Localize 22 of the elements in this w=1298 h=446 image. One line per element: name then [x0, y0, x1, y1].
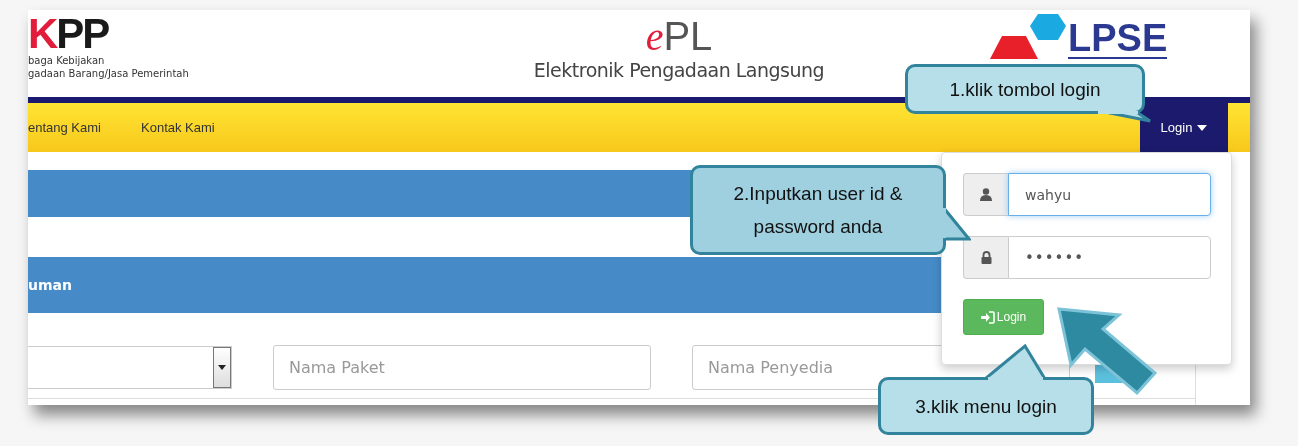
caret-icon [1197, 124, 1208, 131]
hexagon-logo-icon [990, 14, 1066, 59]
login-menu[interactable]: Login [1140, 103, 1228, 152]
caret-icon [218, 365, 226, 370]
nav-link[interactable]: entang Kami [28, 120, 101, 135]
site-title: Elektronik Pengadaan Langsung [533, 59, 825, 81]
arrow-icon [1057, 307, 1157, 397]
logo-caption: gadaan Barang/Jasa Pemerintah [28, 67, 190, 80]
dropdown-field[interactable] [28, 346, 232, 389]
user-icon [980, 188, 992, 201]
epl-logo: ePL [645, 14, 713, 59]
lkpp-logo: KPP [28, 14, 110, 54]
username-field[interactable]: wahyu [1008, 173, 1211, 216]
lock-icon [980, 251, 992, 264]
section-title: uman [28, 277, 72, 293]
logo-caption: baga Kebijakan [28, 54, 106, 67]
password-field[interactable]: •••••• [1008, 236, 1211, 279]
sign-in-icon [980, 310, 995, 324]
nav-link[interactable]: Kontak Kami [141, 120, 215, 135]
search-field[interactable]: Nama Paket [273, 345, 651, 390]
lpse-logo: LPSE [1068, 19, 1168, 59]
callout: 2.Inputkan user id & password anda [690, 165, 946, 255]
